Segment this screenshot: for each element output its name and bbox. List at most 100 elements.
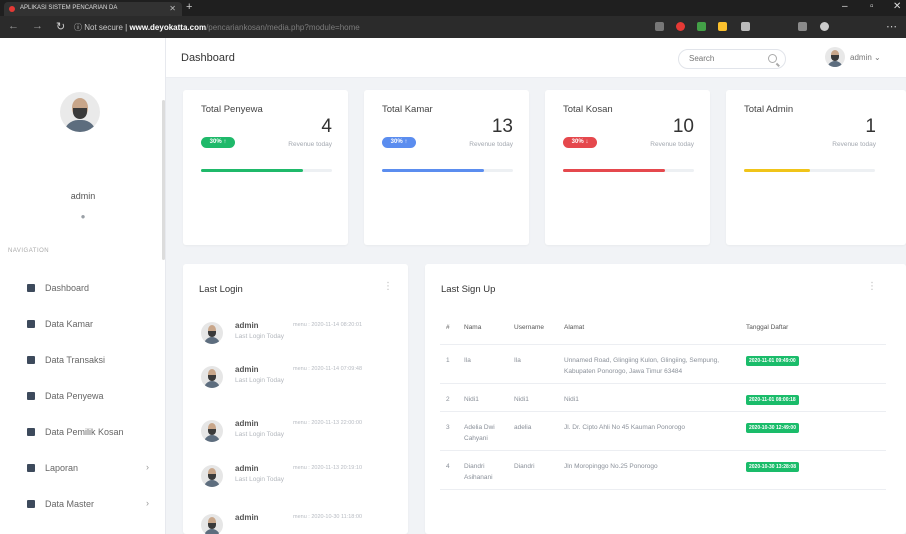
sidebar-item-data-kamar[interactable]: Data Kamar: [0, 312, 166, 336]
stat-value: 10: [672, 116, 694, 137]
forward-icon[interactable]: →: [32, 20, 43, 32]
cell-username: Ila: [512, 344, 562, 384]
progress-bar: [382, 169, 513, 172]
sidebar-item-data-master[interactable]: Data Master ›: [0, 492, 166, 516]
extension-icon[interactable]: [697, 22, 706, 31]
login-user: admin: [235, 365, 259, 374]
extension-icon[interactable]: [655, 22, 664, 31]
cell-nama: Diandri Asihanani: [462, 450, 512, 490]
laporan-icon: [27, 464, 35, 472]
profile-icon[interactable]: [820, 22, 829, 31]
reload-icon[interactable]: ↻: [56, 20, 65, 33]
table-row: 2 Nidi1 Nidi1 Nidi1 2020-11-01 08:00:18: [440, 383, 886, 412]
login-row: admin menu : 2020-11-13 20:19:10 Last Lo…: [199, 461, 391, 497]
cell-nama: Adelia Dwi Cahyani: [462, 411, 512, 451]
search-box[interactable]: [678, 49, 786, 69]
login-time: menu : 2020-10-30 11:18:00: [293, 514, 363, 520]
extension-icon[interactable]: [741, 22, 750, 31]
table-row: 3 Adelia Dwi Cahyani adelia Jl. Dr. Cipt…: [440, 411, 886, 451]
penyewa-icon: [27, 392, 35, 400]
login-row: admin menu : 2020-11-14 08:20:01 Last Lo…: [199, 318, 391, 354]
maximize-icon[interactable]: ▫: [870, 1, 874, 12]
trend-badge: 30% ↓: [563, 137, 597, 148]
cell-no: 4: [440, 450, 462, 490]
date-badge: 2020-10-30 13:28:08: [746, 461, 799, 472]
cell-no: 2: [440, 383, 462, 412]
search-icon[interactable]: [768, 54, 777, 63]
login-time: menu : 2020-11-14 07:09:48: [293, 366, 363, 372]
collections-icon[interactable]: [798, 22, 807, 31]
sidebar-item-data-penyewa[interactable]: Data Penyewa: [0, 384, 166, 408]
back-icon[interactable]: ←: [8, 20, 19, 32]
browser-tab[interactable]: APLIKASI SISTEM PENCARIAN DA ✕: [4, 2, 182, 16]
col-header-tanggal: Tanggal Daftar: [744, 312, 886, 345]
cell-nama: Nidi1: [462, 383, 512, 412]
more-options-icon[interactable]: ⋮: [383, 281, 393, 292]
login-row: admin menu : 2020-10-30 11:18:00: [199, 510, 391, 534]
chevron-right-icon: ›: [146, 462, 149, 472]
login-time: menu : 2020-11-14 08:20:01: [293, 322, 363, 328]
chevron-down-icon: ⌄: [874, 53, 881, 62]
stat-subtitle: Revenue today: [832, 141, 876, 148]
stat-subtitle: Revenue today: [650, 141, 694, 148]
login-row: admin menu : 2020-11-13 22:00:00 Last Lo…: [199, 416, 391, 452]
header-user-menu[interactable]: admin ⌄: [850, 53, 881, 62]
progress-fill: [563, 169, 666, 172]
top-header: Dashboard admin ⌄: [166, 38, 906, 78]
sidebar-section-label: NAVIGATION: [8, 248, 50, 254]
stat-value: 1: [865, 116, 876, 137]
extension-icon[interactable]: [676, 22, 685, 31]
avatar: [201, 366, 223, 388]
master-icon: [27, 500, 35, 508]
table-row: 4 Diandri Asihanani Diandri Jln Moroping…: [440, 450, 886, 490]
extension-icon[interactable]: [718, 22, 727, 31]
stat-title: Total Penyewa: [201, 104, 263, 115]
login-user: admin: [235, 419, 259, 428]
close-window-icon[interactable]: ✕: [893, 1, 901, 12]
more-options-icon[interactable]: ⋮: [867, 281, 877, 292]
sidebar-scrollbar[interactable]: [162, 100, 165, 260]
trend-badge: 30% ↑: [201, 137, 235, 148]
sidebar-item-laporan[interactable]: Laporan ›: [0, 456, 166, 480]
sidebar-item-label: Data Master: [45, 499, 95, 509]
sidebar-item-dashboard[interactable]: Dashboard: [0, 276, 166, 300]
avatar: [201, 514, 223, 534]
more-menu-icon[interactable]: ⋯: [886, 20, 897, 33]
col-header-nama: Nama: [462, 312, 512, 345]
stat-title: Total Kamar: [382, 104, 433, 115]
dashboard-icon: [27, 284, 35, 292]
stat-value: 13: [491, 116, 513, 137]
minimize-icon[interactable]: –: [842, 1, 848, 12]
avatar: [201, 465, 223, 487]
avatar: [201, 322, 223, 344]
login-time: menu : 2020-11-13 20:19:10: [293, 465, 363, 471]
stat-subtitle: Revenue today: [288, 141, 332, 148]
cell-alamat: Jl. Dr. Cipto Ahli No 45 Kauman Ponorogo: [562, 411, 744, 451]
sidebar-item-data-transaksi[interactable]: Data Transaksi: [0, 348, 166, 372]
tab-title: APLIKASI SISTEM PENCARIAN DA: [20, 5, 118, 11]
sidebar-item-label: Data Kamar: [45, 319, 94, 329]
sidebar-item-data-pemilik-kosan[interactable]: Data Pemilik Kosan: [0, 420, 166, 444]
login-row: admin menu : 2020-11-14 07:09:48 Last Lo…: [199, 362, 391, 398]
url-domain: www.deyokatta.com: [129, 23, 207, 32]
col-header-alamat: Alamat: [562, 312, 744, 345]
user-avatar: [60, 92, 100, 132]
url-path: /pencariankosan/media.php?module=home: [206, 23, 360, 32]
sidebar-item-label: Dashboard: [45, 283, 90, 293]
cell-tanggal: 2020-11-01 08:00:18: [744, 383, 886, 412]
new-tab-icon[interactable]: +: [186, 1, 192, 13]
address-bar[interactable]: ⓘ Not secure | www.deyokatta.com/pencari…: [74, 19, 514, 35]
col-header-no: #: [440, 312, 462, 345]
stat-card-penyewa: Total Penyewa 4 30% ↑ Revenue today: [183, 90, 348, 245]
avatar: [201, 420, 223, 442]
progress-fill: [382, 169, 485, 172]
close-tab-icon[interactable]: ✕: [169, 4, 176, 13]
col-header-username: Username: [512, 312, 562, 345]
stat-title: Total Admin: [744, 104, 794, 115]
cell-alamat: Jln Moropinggo No.25 Ponorogo: [562, 450, 744, 490]
sidebar-item-label: Laporan: [45, 463, 79, 473]
cell-tanggal: 2020-11-01 09:49:00: [744, 344, 886, 384]
search-input[interactable]: [689, 54, 759, 63]
header-avatar[interactable]: [825, 47, 845, 67]
kamar-icon: [27, 320, 35, 328]
